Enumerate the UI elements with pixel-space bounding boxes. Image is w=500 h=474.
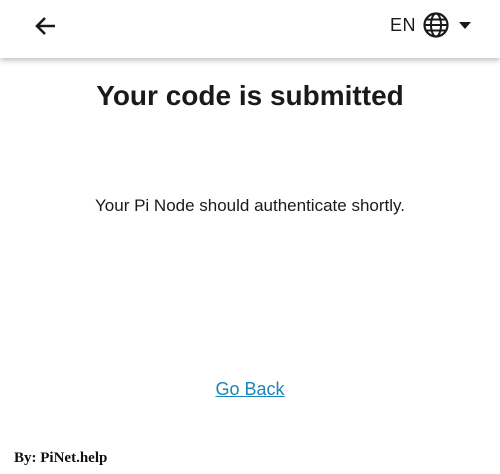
language-code: EN xyxy=(389,14,416,35)
arrow-left-icon xyxy=(35,17,55,35)
globe-icon xyxy=(423,12,449,38)
go-back-container: Go Back xyxy=(0,379,500,400)
back-button[interactable] xyxy=(30,10,62,42)
language-selector[interactable]: EN xyxy=(390,9,472,41)
caret-down-icon xyxy=(459,22,471,29)
top-bar: EN xyxy=(0,0,500,58)
status-message: Your Pi Node should authenticate shortly… xyxy=(95,196,405,215)
page-title: Your code is submitted xyxy=(96,80,404,111)
watermark-text: By: PiNet.help xyxy=(14,450,108,466)
go-back-link[interactable]: Go Back xyxy=(215,379,284,399)
